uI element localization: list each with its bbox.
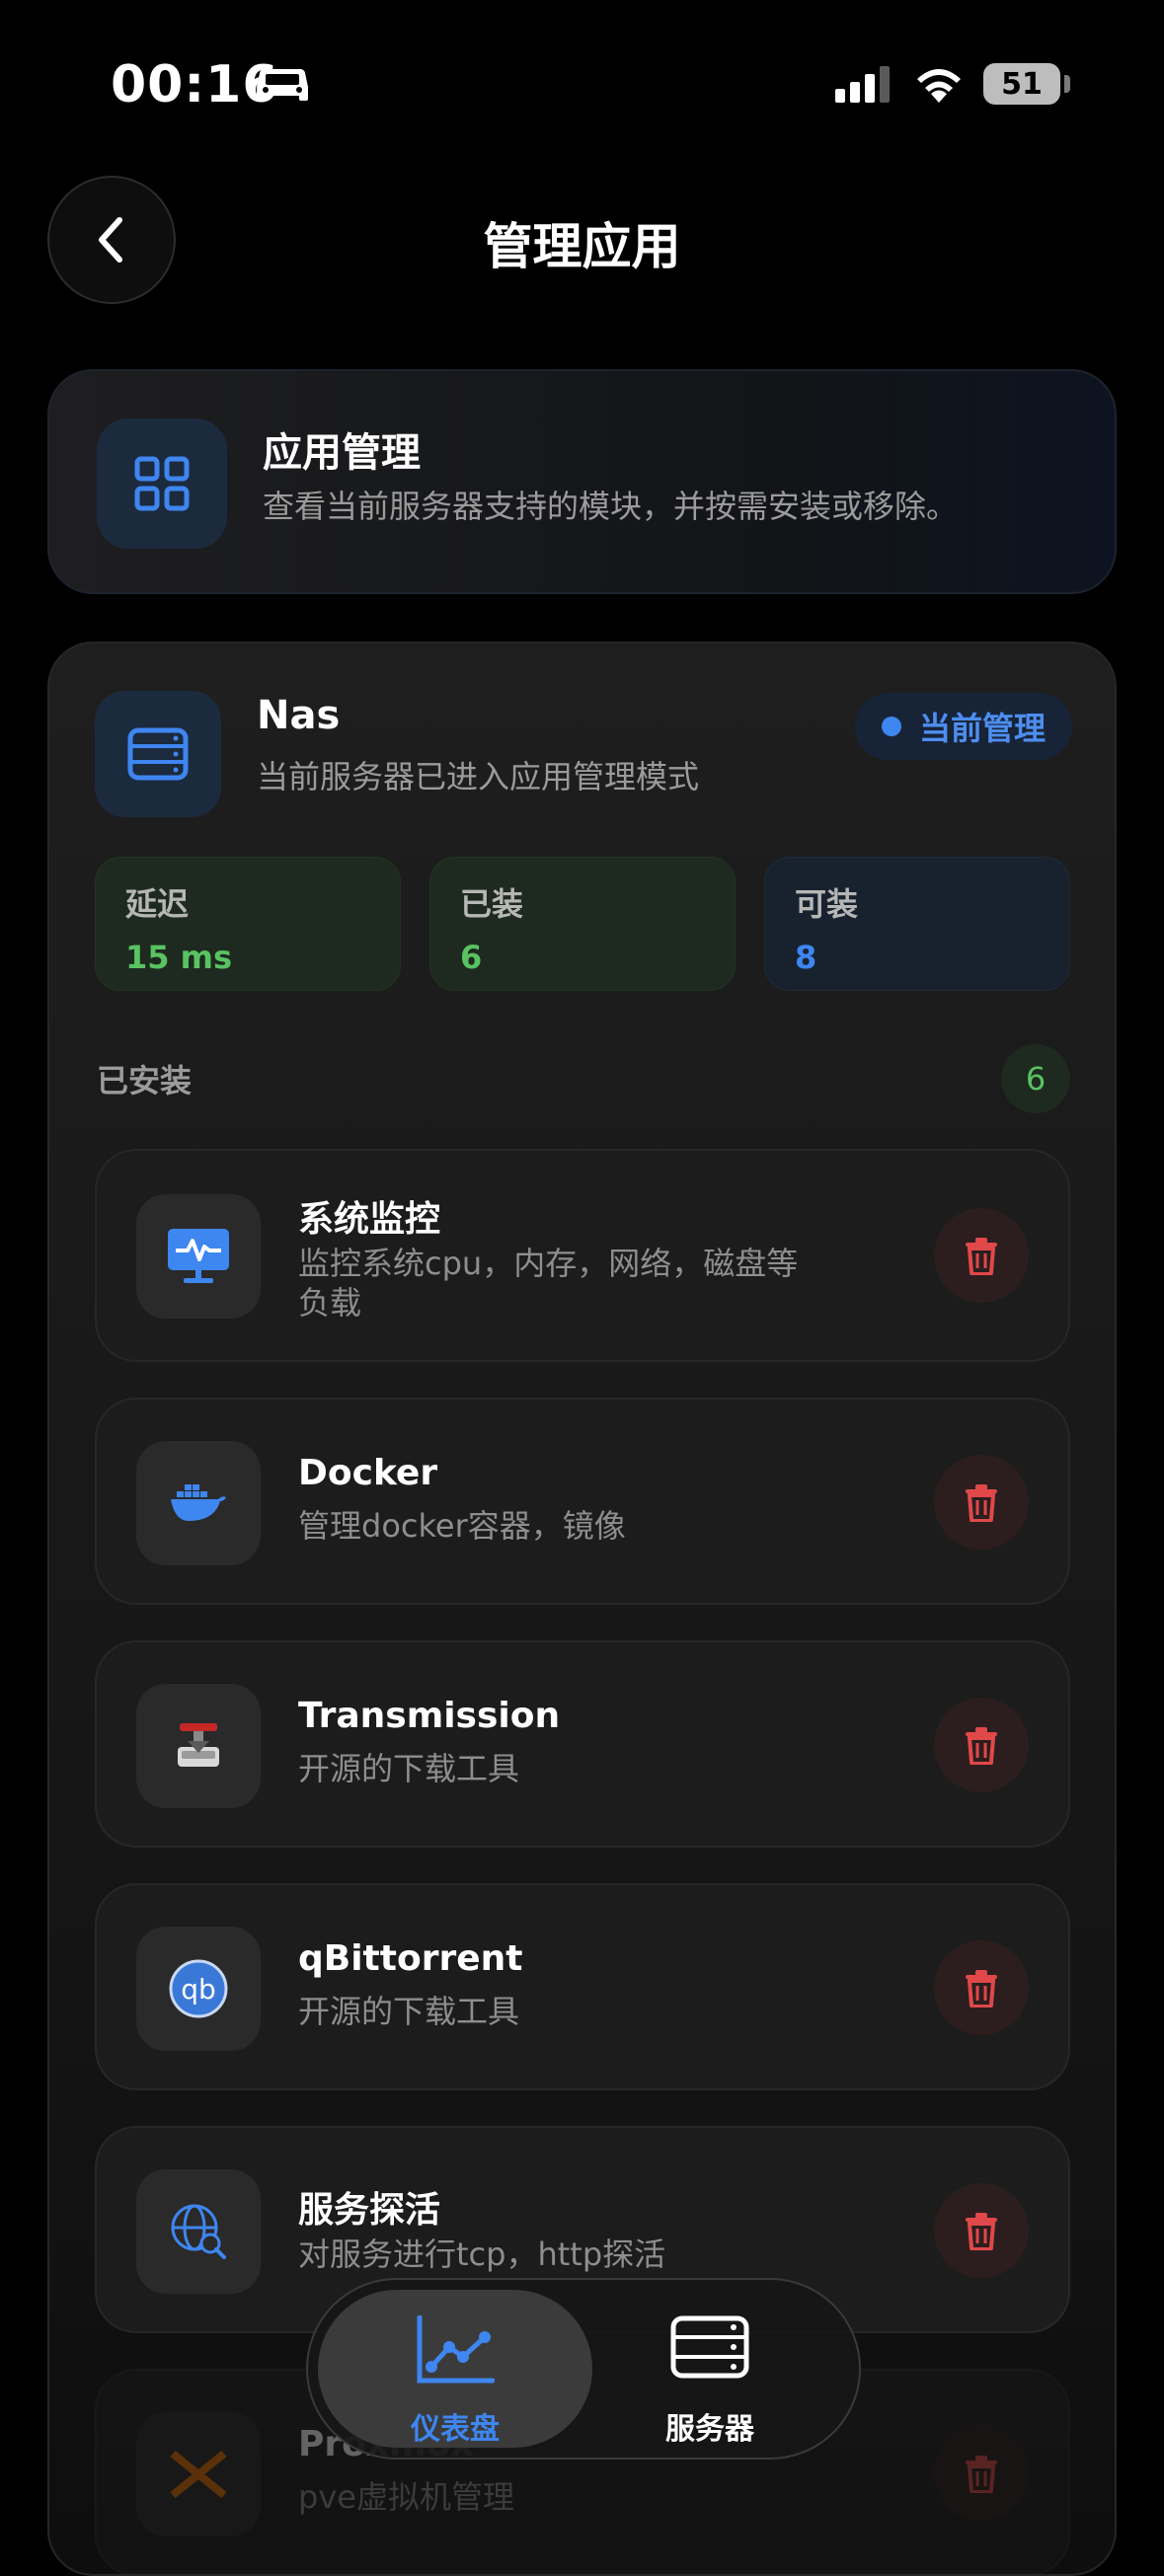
app-management-info-card: 应用管理 查看当前服务器支持的模块，并按需安装或移除。 [47,369,1117,594]
server-icon [95,691,221,817]
page-title: 管理应用 [483,218,681,275]
installed-section-label: 已安装 [97,1062,193,1099]
app-name: Transmission [298,1696,561,1736]
bottom-tab-bar: 仪表盘 服务器 [306,2278,861,2460]
installable-stat: 可装 8 [764,857,1070,991]
trash-icon [966,1970,997,2008]
app-name: 系统监控 [298,1199,441,1240]
app-description: 对服务进行tcp，http探活 [298,2235,666,2273]
svg-text:qb: qb [181,1973,216,2006]
app-card-docker[interactable]: Docker 管理docker容器，镜像 [95,1398,1070,1605]
stat-label: 已装 [460,885,524,923]
app-name: qBittorrent [298,1938,523,1979]
battery-nub [1064,75,1070,93]
delete-button[interactable] [934,1208,1029,1303]
badge-label: 当前管理 [918,710,1046,747]
installed-stat: 已装 6 [429,857,736,991]
delete-button[interactable] [934,1698,1029,1792]
stat-value: 6 [460,939,483,976]
app-description: 开源的下载工具 [298,1993,520,2030]
battery-indicator: 51 [983,63,1060,105]
stat-value: 15 ms [125,939,233,976]
app-description: 管理docker容器，镜像 [298,1507,626,1545]
server-name: Nas [257,693,341,738]
installed-count-badge: 6 [1001,1044,1070,1113]
info-card-description: 查看当前服务器支持的模块，并按需安装或移除。 [263,488,959,525]
status-dot [881,717,901,736]
transmission-icon [136,1684,261,1808]
trash-icon [966,1484,997,1522]
stat-label: 延迟 [125,885,190,923]
delete-button[interactable] [934,2426,1029,2521]
chart-icon [417,2315,495,2384]
status-bar: 00:16 51 [0,0,1164,168]
trash-icon [966,2456,997,2493]
delete-button[interactable] [934,1940,1029,2035]
stat-value: 8 [795,939,817,976]
trash-icon [966,1238,997,1275]
trash-icon [966,1727,997,1765]
wifi-icon [917,69,961,103]
docker-icon [136,1441,261,1565]
car-icon [257,69,308,101]
app-card-system-monitor[interactable]: 系统监控 监控系统cpu，内存，网络，磁盘等负载 [95,1149,1070,1362]
trash-icon [966,2213,997,2250]
server-icon [670,2315,749,2379]
app-description: pve虚拟机管理 [298,2478,514,2516]
tab-label: 服务器 [665,2412,754,2447]
info-card-title: 应用管理 [263,430,421,476]
app-description: 开源的下载工具 [298,1750,520,1787]
server-description: 当前服务器已进入应用管理模式 [257,758,700,796]
grid-icon [97,418,227,549]
proxmox-icon [136,2412,261,2537]
current-managed-badge: 当前管理 [855,693,1072,760]
stat-label: 可装 [795,885,859,923]
app-name: 服务探活 [298,2190,441,2231]
qbittorrent-icon: qb [136,1927,261,2051]
status-time: 00:16 [111,55,279,114]
tab-servers[interactable]: 服务器 [573,2280,847,2458]
app-description: 监控系统cpu，内存，网络，磁盘等负载 [298,1245,799,1322]
app-name: Docker [298,1453,438,1493]
cellular-signal-icon [835,66,890,103]
tab-dashboard[interactable]: 仪表盘 [318,2280,592,2458]
monitor-icon [136,1194,261,1319]
latency-stat: 延迟 15 ms [95,857,401,991]
globe-search-icon [136,2169,261,2294]
delete-button[interactable] [934,1455,1029,1550]
tab-label: 仪表盘 [411,2412,500,2447]
delete-button[interactable] [934,2183,1029,2278]
app-card-transmission[interactable]: Transmission 开源的下载工具 [95,1640,1070,1848]
app-card-qbittorrent[interactable]: qb qBittorrent 开源的下载工具 [95,1883,1070,2090]
